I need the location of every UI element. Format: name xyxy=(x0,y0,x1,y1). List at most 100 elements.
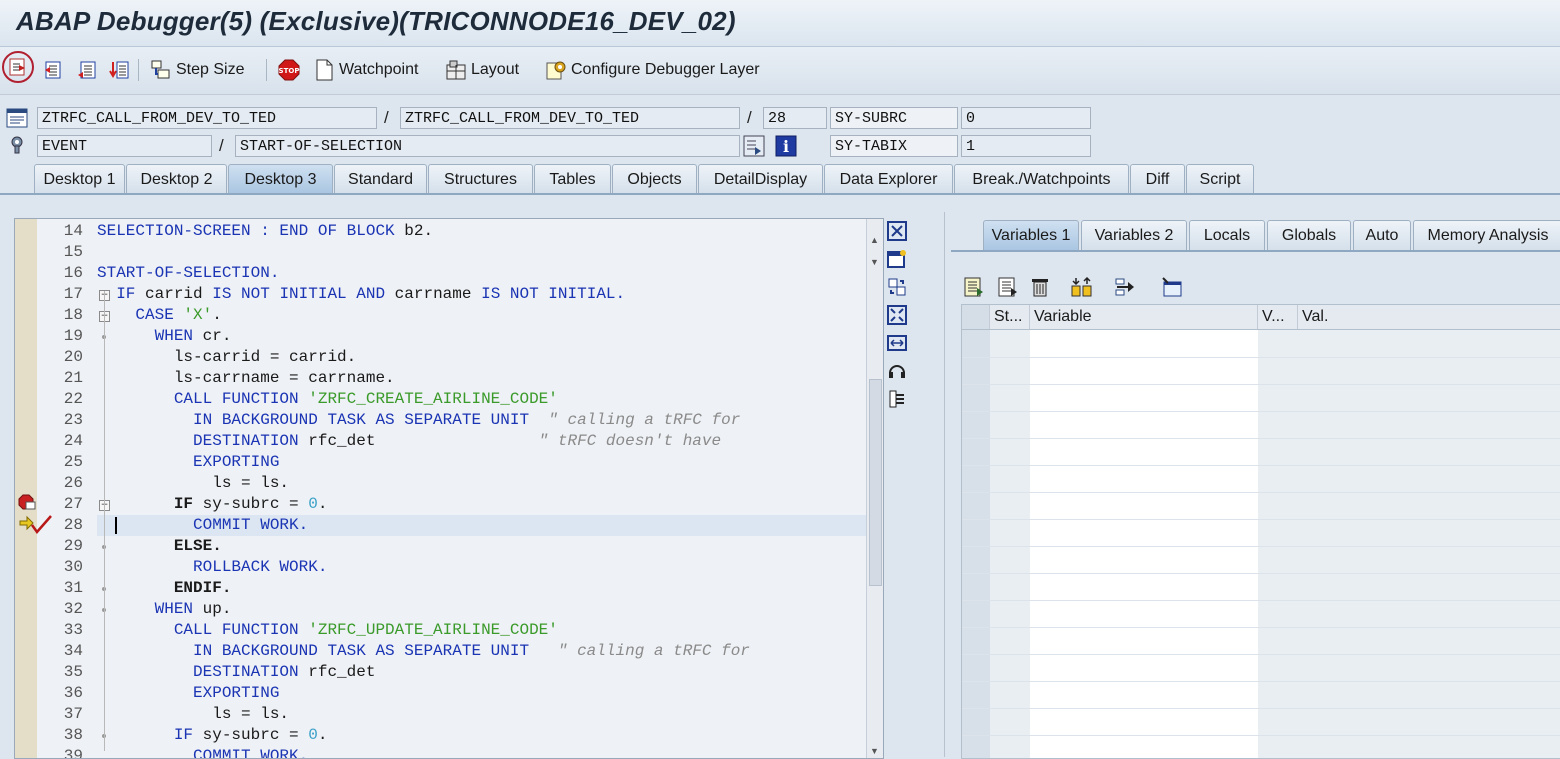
table-row[interactable] xyxy=(962,573,1560,601)
table-row[interactable] xyxy=(962,627,1560,655)
table-row[interactable] xyxy=(962,735,1560,758)
configure-icon xyxy=(545,59,567,81)
table-row[interactable] xyxy=(962,492,1560,520)
tab-desktop-2[interactable]: Desktop 2 xyxy=(126,164,227,193)
code-token: . xyxy=(212,306,222,324)
include-field[interactable]: ZTRFC_CALL_FROM_DEV_TO_TED xyxy=(400,107,740,129)
code-token: IS NOT INITIAL AND xyxy=(212,285,395,303)
headset-tool-icon[interactable] xyxy=(885,359,909,383)
stop-button[interactable]: STOP xyxy=(278,57,304,83)
code-line: ls = ls. xyxy=(97,473,867,494)
table-row[interactable] xyxy=(962,411,1560,439)
tab-structures[interactable]: Structures xyxy=(428,164,533,193)
execute-button[interactable] xyxy=(43,57,69,83)
code-token: 'ZRFC_UPDATE_AIRLINE_CODE' xyxy=(308,621,558,639)
event-type-field[interactable]: EVENT xyxy=(37,135,212,157)
var-tab-auto[interactable]: Auto xyxy=(1353,220,1411,250)
navigate-icon[interactable] xyxy=(743,135,765,162)
code-token: ls = ls. xyxy=(97,705,290,723)
line-numbers: 14 15 16 17 18 19 20 21 22 23 24 25 26 27 28 29 30 31 32 33… xyxy=(37,219,97,758)
settings-tool-icon[interactable] xyxy=(885,387,909,411)
program-field[interactable]: ZTRFC_CALL_FROM_DEV_TO_TED xyxy=(37,107,377,129)
variables-table[interactable]: St... Variable V... Val. xyxy=(961,304,1560,759)
single-step-button[interactable] xyxy=(2,51,38,83)
new-variable-icon[interactable] xyxy=(961,274,987,300)
var-tab-memory-analysis[interactable]: Memory Analysis xyxy=(1413,220,1560,250)
step-size-button[interactable]: Step Size xyxy=(150,57,244,83)
code-line: ELSE. xyxy=(97,536,867,557)
line-number: 20 xyxy=(63,348,83,366)
details-icon[interactable] xyxy=(995,274,1021,300)
line-field[interactable]: 28 xyxy=(763,107,827,129)
tab-script[interactable]: Script xyxy=(1186,164,1254,193)
tab-data-explorer[interactable]: Data Explorer xyxy=(824,164,953,193)
sy-tabix-value[interactable]: 1 xyxy=(961,135,1091,157)
new-tool-icon[interactable] xyxy=(885,247,909,271)
return-button[interactable] xyxy=(76,57,102,83)
tab-break-watchpoints[interactable]: Break./Watchpoints xyxy=(954,164,1129,193)
editor-vertical-scrollbar[interactable]: ▲ ▼ ▼ xyxy=(866,219,883,758)
tab-standard[interactable]: Standard xyxy=(334,164,427,193)
column-status[interactable]: St... xyxy=(990,305,1030,329)
configure-layer-button[interactable]: Configure Debugger Layer xyxy=(545,57,760,83)
event-name-field[interactable]: START-OF-SELECTION xyxy=(235,135,740,157)
table-row[interactable] xyxy=(962,330,1560,358)
scroll-up-arrow-icon[interactable]: ▲ xyxy=(870,235,879,245)
info-icon[interactable]: i xyxy=(775,135,797,162)
column-value[interactable]: Val. xyxy=(1298,305,1560,329)
column-variable[interactable]: Variable xyxy=(1030,305,1258,329)
step-size-icon xyxy=(150,59,172,81)
document-icon xyxy=(313,59,335,81)
swap-tool-icon[interactable] xyxy=(885,275,909,299)
table-row[interactable] xyxy=(962,465,1560,493)
table-row[interactable] xyxy=(962,438,1560,466)
var-tab-locals[interactable]: Locals xyxy=(1189,220,1265,250)
table-row[interactable] xyxy=(962,357,1560,385)
line-number: 15 xyxy=(63,243,83,261)
source-code-editor[interactable]: 14 15 16 17 18 19 20 21 22 23 24 25 26 27 28 29 30 31 32 33… xyxy=(14,218,884,759)
window-icon[interactable] xyxy=(1159,274,1185,300)
table-row[interactable] xyxy=(962,681,1560,709)
layout-button[interactable]: Layout xyxy=(445,57,519,83)
scroll-down-arrow-icon[interactable]: ▼ xyxy=(870,257,879,267)
var-tab-variables-1[interactable]: Variables 1 xyxy=(983,220,1079,250)
line-number: 35 xyxy=(63,663,83,681)
scroll-thumb[interactable] xyxy=(869,379,882,586)
sort-icon[interactable] xyxy=(1069,274,1095,300)
tab-diff[interactable]: Diff xyxy=(1130,164,1185,193)
row-selector-header[interactable] xyxy=(962,305,990,329)
tab-tables[interactable]: Tables xyxy=(534,164,611,193)
sy-subrc-value[interactable]: 0 xyxy=(961,107,1091,129)
code-token: ls-carrid = carrid. xyxy=(97,348,357,366)
column-value-type[interactable]: V... xyxy=(1258,305,1298,329)
code-line: SELECTION-SCREEN : END OF BLOCK b2. xyxy=(97,221,867,242)
delete-trash-icon[interactable] xyxy=(1027,274,1053,300)
toolbar-separator xyxy=(266,59,267,81)
maximize-tool-icon[interactable] xyxy=(885,303,909,327)
tab-desktop-1[interactable]: Desktop 1 xyxy=(34,164,125,193)
watchpoint-button[interactable]: Watchpoint xyxy=(313,57,418,83)
var-tab-globals[interactable]: Globals xyxy=(1267,220,1351,250)
expand-width-tool-icon[interactable] xyxy=(885,331,909,355)
code-area[interactable]: SELECTION-SCREEN : END OF BLOCK b2. START… xyxy=(97,219,867,758)
tab-desktop-3[interactable]: Desktop 3 xyxy=(228,164,333,193)
tab-objects[interactable]: Objects xyxy=(612,164,697,193)
table-row[interactable] xyxy=(962,384,1560,412)
code-token: " calling a tRFC for xyxy=(548,411,741,429)
table-row[interactable] xyxy=(962,519,1560,547)
table-row[interactable] xyxy=(962,654,1560,682)
var-tab-variables-2[interactable]: Variables 2 xyxy=(1081,220,1187,250)
table-row[interactable] xyxy=(962,546,1560,574)
breakpoint-gutter[interactable] xyxy=(15,219,37,758)
code-token: CASE xyxy=(135,306,184,324)
close-tool-icon[interactable] xyxy=(885,219,909,243)
continue-button[interactable] xyxy=(108,57,134,83)
table-row[interactable] xyxy=(962,708,1560,736)
breakpoint-icon[interactable] xyxy=(18,494,36,515)
transfer-icon[interactable] xyxy=(1113,274,1139,300)
scroll-bottom-arrow-icon[interactable]: ▼ xyxy=(870,746,879,756)
tab-detaildisplay[interactable]: DetailDisplay xyxy=(698,164,823,193)
table-row[interactable] xyxy=(962,600,1560,628)
